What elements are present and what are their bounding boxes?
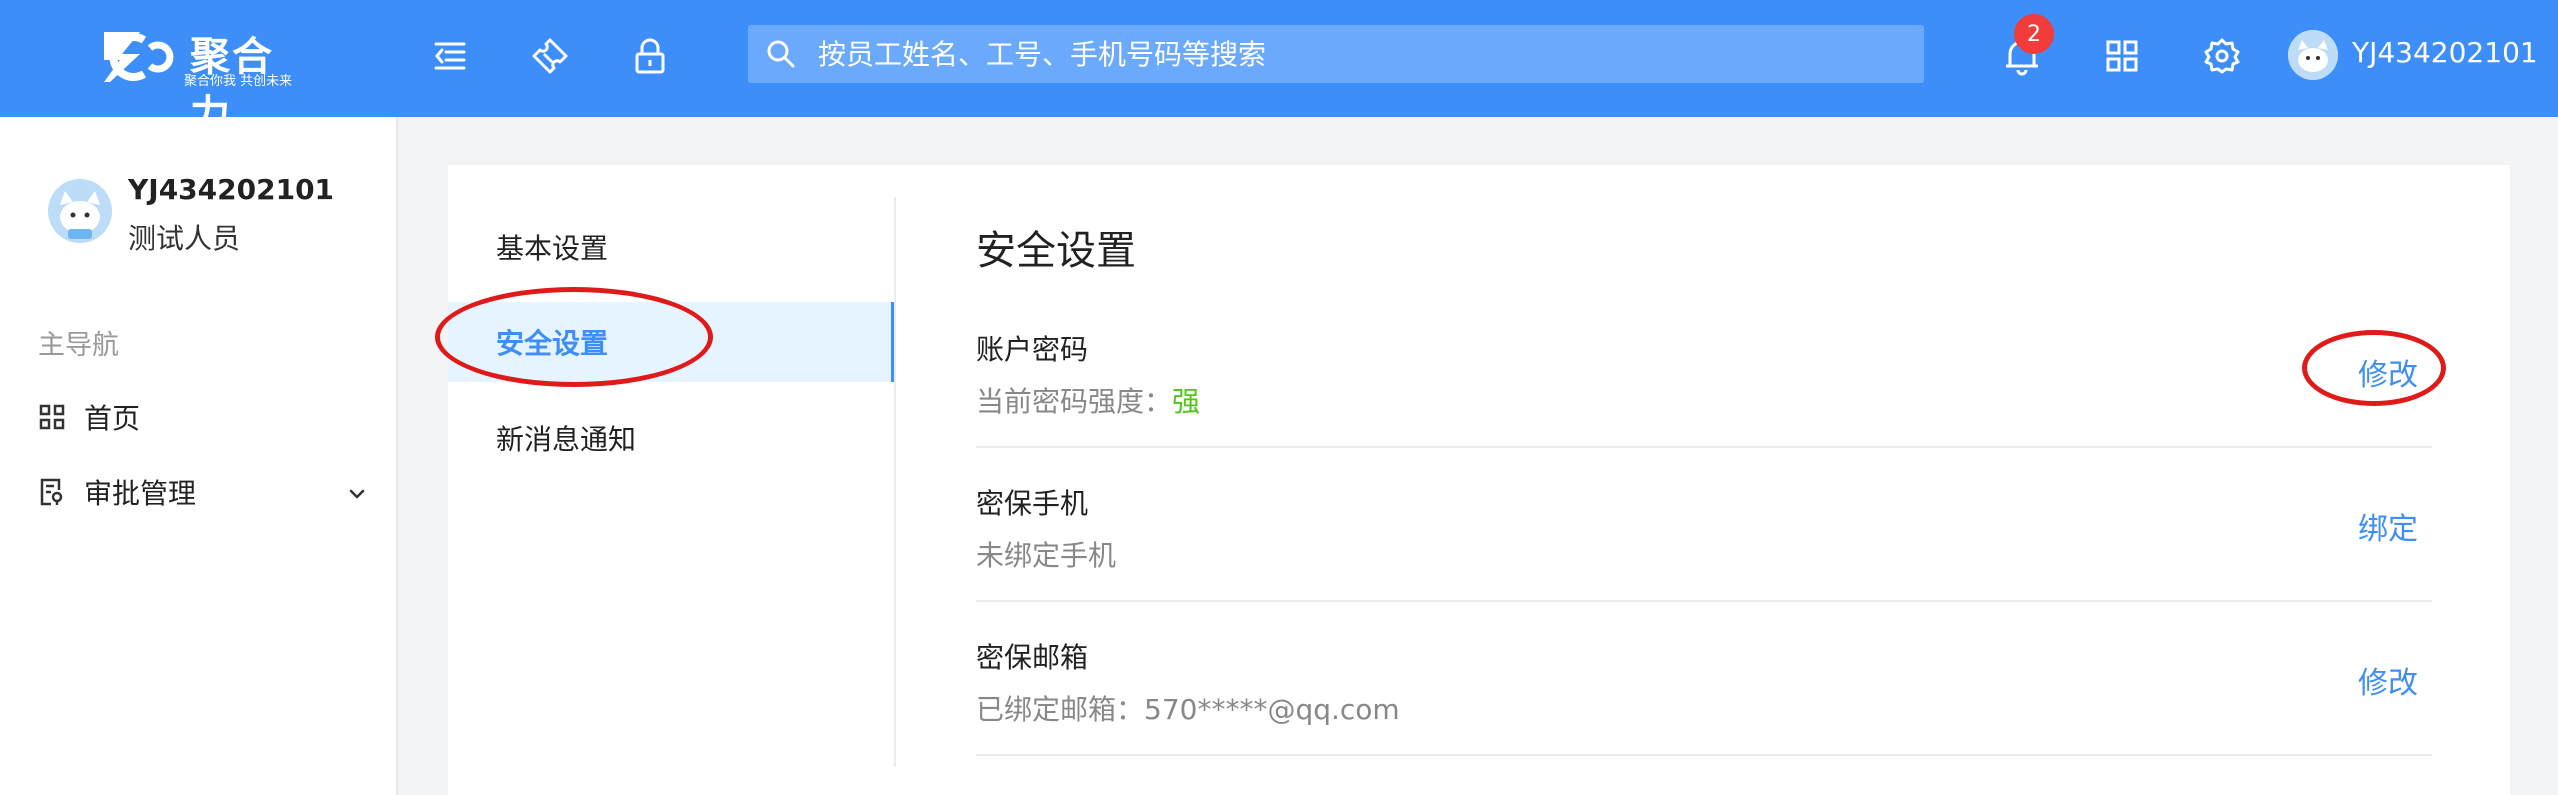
row-desc: 未绑定手机 (976, 539, 1117, 572)
row-desc: 当前密码强度：强 (976, 380, 1200, 420)
menu-item-label: 基本设置 (496, 232, 609, 265)
approval-icon (38, 478, 66, 506)
row-title: 密保手机 (976, 487, 1089, 520)
sidebar-user-role: 测试人员 (128, 222, 241, 255)
menu-item-label: 安全设置 (496, 327, 609, 360)
logo-icon (104, 32, 174, 82)
modify-email-link[interactable]: 修改 (2358, 658, 2418, 702)
modify-password-link[interactable]: 修改 (2358, 350, 2418, 394)
collapse-menu-icon[interactable] (422, 28, 478, 84)
apps-grid-icon[interactable] (2094, 28, 2150, 84)
row-desc: 已绑定邮箱：570*****@qq.com (976, 693, 1400, 726)
sidebar-item-home[interactable]: 首页 (38, 392, 368, 442)
row-desc-prefix: 当前密码强度： (976, 385, 1173, 418)
chevron-down-icon[interactable] (346, 479, 368, 512)
menu-item-label: 新消息通知 (496, 423, 637, 456)
ticket-icon[interactable] (522, 28, 578, 84)
menu-security-settings[interactable]: 安全设置 (448, 302, 896, 382)
menu-divider (894, 197, 896, 767)
search-input[interactable] (818, 25, 1898, 83)
bind-phone-link[interactable]: 绑定 (2358, 504, 2418, 548)
gear-icon[interactable] (2194, 28, 2250, 84)
menu-notification-settings[interactable]: 新消息通知 (448, 398, 896, 478)
logo-slogan: 聚合你我 共创未来 (184, 74, 293, 89)
sidebar-item-label: 首页 (84, 402, 141, 435)
sidebar-item-approval[interactable]: 审批管理 (38, 467, 368, 517)
sidebar: YJ434202101 测试人员 主导航 首页 审批管理 (0, 117, 398, 795)
header-avatar[interactable] (2288, 30, 2338, 80)
lock-icon[interactable] (622, 28, 678, 84)
menu-basic-settings[interactable]: 基本设置 (448, 207, 896, 287)
user-avatar (48, 179, 112, 243)
search-icon (767, 40, 795, 68)
sidebar-username: YJ434202101 (128, 173, 335, 206)
header-username[interactable]: YJ434202101 (2352, 36, 2538, 69)
security-row-email: 密保邮箱 已绑定邮箱：570*****@qq.com 修改 (976, 636, 2432, 756)
row-title: 账户密码 (976, 333, 1089, 366)
security-row-password: 账户密码 当前密码强度：强 修改 (976, 328, 2432, 448)
security-row-phone: 密保手机 未绑定手机 绑定 (976, 482, 2432, 602)
top-header: 聚合力 聚合你我 共创未来 2 YJ434202101 (0, 0, 2558, 138)
grid-icon (38, 403, 66, 431)
password-strength: 强 (1172, 385, 1201, 418)
sidebar-item-label: 审批管理 (84, 477, 197, 510)
logo[interactable]: 聚合力 聚合你我 共创未来 (100, 20, 310, 138)
nav-section-label: 主导航 (38, 330, 119, 361)
search-box[interactable] (748, 25, 1924, 83)
row-title: 密保邮箱 (976, 641, 1089, 674)
content-title: 安全设置 (976, 228, 1136, 274)
notification-badge: 2 (2014, 14, 2054, 54)
